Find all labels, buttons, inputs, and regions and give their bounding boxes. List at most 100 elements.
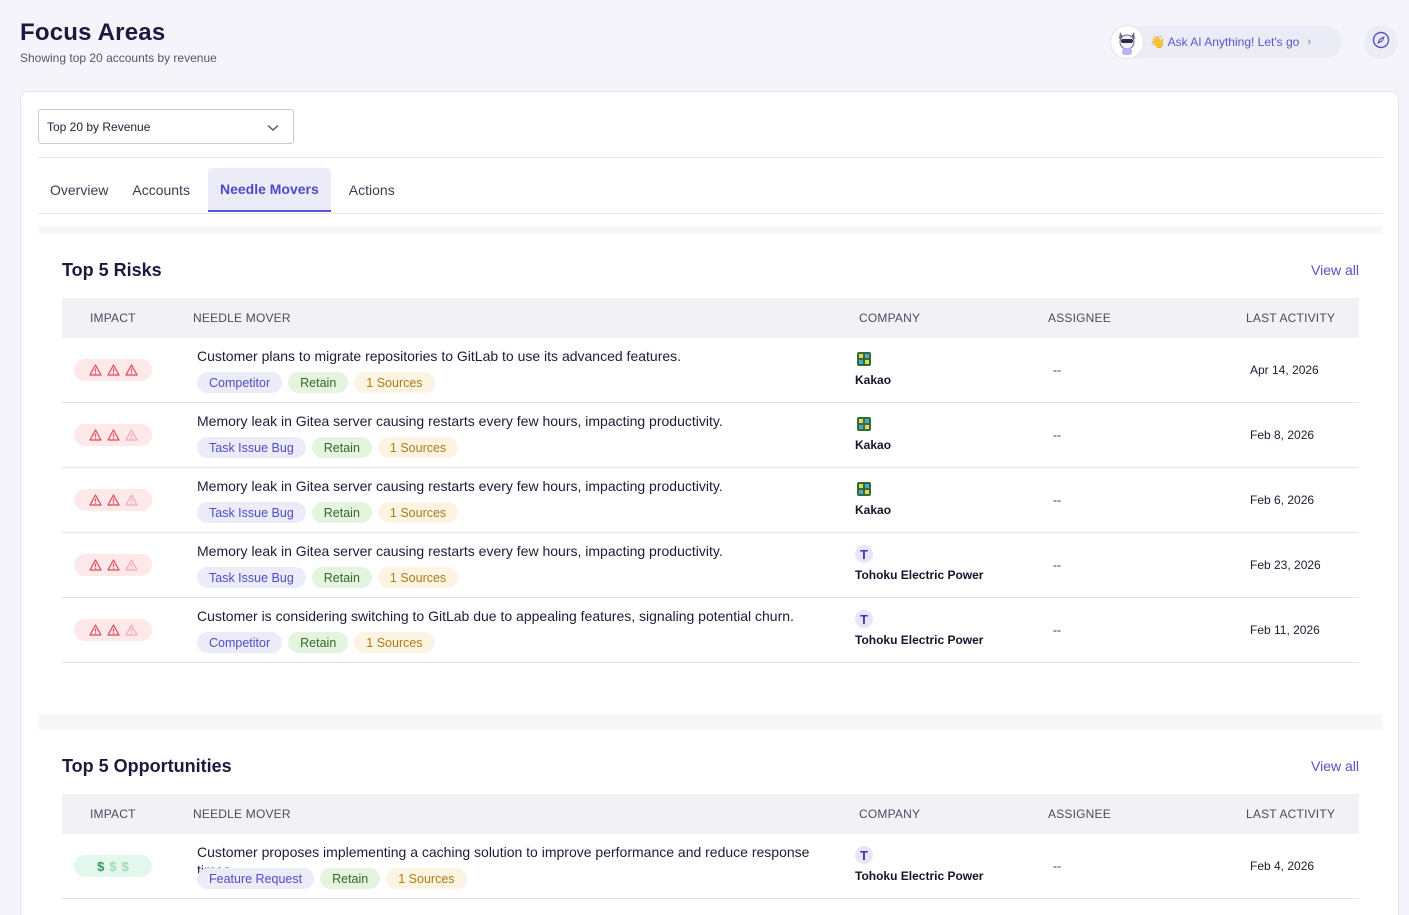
col-impact: IMPACT	[90, 311, 136, 325]
assignee: --	[1053, 493, 1061, 507]
retain-tag: Retain	[311, 567, 372, 588]
tab-accounts[interactable]: Accounts	[120, 168, 202, 212]
company-initial-icon: T	[855, 545, 873, 563]
assignee: --	[1053, 558, 1061, 572]
col-needle-mover: NEEDLE MOVER	[193, 807, 291, 821]
needle-mover-tags: Task Issue Bug Retain 1 Sources	[197, 567, 459, 588]
opportunities-section: Top 5 Opportunities View all IMPACT NEED…	[38, 730, 1383, 915]
warning-triangle-icon	[88, 429, 102, 441]
company-name[interactable]: Kakao	[855, 438, 891, 452]
needle-mover-title[interactable]: Memory leak in Gitea server causing rest…	[197, 477, 837, 495]
warning-triangle-icon	[124, 624, 138, 636]
type-tag: Task Issue Bug	[197, 502, 306, 523]
table-row[interactable]: Customer plans to migrate repositories t…	[62, 338, 1359, 403]
type-tag: Task Issue Bug	[197, 567, 306, 588]
col-impact: IMPACT	[90, 807, 136, 821]
company-name[interactable]: Kakao	[855, 503, 891, 517]
needle-mover-tags: Task Issue Bug Retain 1 Sources	[197, 437, 459, 458]
warning-triangle-icon	[106, 364, 120, 376]
divider	[38, 157, 1383, 158]
type-tag: Competitor	[197, 372, 283, 393]
risks-view-all-link[interactable]: View all	[1311, 262, 1359, 278]
warning-triangle-icon	[124, 364, 138, 376]
warning-triangle-icon	[124, 559, 138, 571]
company-initial-icon: T	[855, 610, 873, 628]
company-name[interactable]: Tohoku Electric Power	[855, 633, 983, 647]
type-tag: Competitor	[197, 632, 283, 653]
compass-icon	[1372, 31, 1390, 54]
kakao-logo-icon	[855, 415, 873, 433]
assignee: --	[1053, 363, 1061, 377]
table-row[interactable]: Memory leak in Gitea server causing rest…	[62, 533, 1359, 598]
dollar-icon: $	[97, 858, 105, 874]
ask-ai-label: 👋 Ask AI Anything! Let's go	[1150, 35, 1300, 49]
impact-indicator	[74, 424, 152, 446]
chevron-down-icon	[267, 121, 279, 135]
kakao-logo-icon	[855, 350, 873, 368]
last-activity-date: Apr 14, 2026	[1250, 363, 1319, 377]
ask-ai-button[interactable]: 👋 Ask AI Anything! Let's go ›	[1110, 25, 1342, 59]
tab-actions[interactable]: Actions	[337, 168, 407, 212]
col-last-activity: LAST ACTIVITY	[1246, 311, 1336, 325]
divider	[38, 213, 1383, 214]
chevron-right-icon: ›	[1307, 36, 1311, 48]
section-spacer	[38, 226, 1383, 234]
impact-indicator: $ $ $	[74, 855, 152, 877]
retain-tag: Retain	[311, 437, 372, 458]
company-name[interactable]: Tohoku Electric Power	[855, 568, 983, 582]
risks-section: Top 5 Risks View all IMPACT NEEDLE MOVER…	[38, 234, 1383, 714]
warning-triangle-icon	[124, 494, 138, 506]
impact-indicator	[74, 359, 152, 381]
impact-indicator	[74, 489, 152, 511]
needle-mover-tags: Task Issue Bug Retain 1 Sources	[197, 502, 459, 523]
needle-mover-title[interactable]: Customer is considering switching to Git…	[197, 607, 837, 625]
sources-tag[interactable]: 1 Sources	[377, 437, 459, 458]
retain-tag: Retain	[288, 632, 349, 653]
sources-tag[interactable]: 1 Sources	[377, 567, 459, 588]
needle-mover-tags: Competitor Retain 1 Sources	[197, 372, 435, 393]
dollar-icon: $	[121, 858, 129, 874]
focus-areas-card: Top 20 by Revenue Overview Accounts Need…	[20, 91, 1399, 915]
impact-indicator	[74, 619, 152, 641]
warning-triangle-icon	[106, 559, 120, 571]
section-spacer	[38, 714, 1383, 730]
warning-triangle-icon	[106, 429, 120, 441]
dollar-icon: $	[109, 858, 117, 874]
warning-triangle-icon	[88, 364, 102, 376]
col-company: COMPANY	[859, 311, 921, 325]
impact-indicator	[74, 554, 152, 576]
assignee: --	[1053, 623, 1061, 637]
table-row[interactable]: $ $ $ Customer proposes implementing a cach…	[62, 834, 1359, 899]
table-row[interactable]: Memory leak in Gitea server causing rest…	[62, 403, 1359, 468]
compass-button[interactable]	[1364, 25, 1398, 59]
col-last-activity: LAST ACTIVITY	[1246, 807, 1336, 821]
last-activity-date: Feb 6, 2026	[1250, 493, 1315, 507]
company-initial-icon: T	[855, 846, 873, 864]
sources-tag[interactable]: 1 Sources	[354, 632, 435, 653]
sources-tag[interactable]: 1 Sources	[377, 502, 459, 523]
needle-mover-title[interactable]: Customer plans to migrate repositories t…	[197, 347, 837, 365]
opportunities-view-all-link[interactable]: View all	[1311, 758, 1359, 774]
col-assignee: ASSIGNEE	[1048, 807, 1111, 821]
needle-mover-title[interactable]: Memory leak in Gitea server causing rest…	[197, 542, 837, 560]
sources-tag[interactable]: 1 Sources	[354, 372, 435, 393]
warning-triangle-icon	[88, 494, 102, 506]
needle-mover-tags: Feature Request Retain 1 Sources	[197, 868, 467, 889]
table-row[interactable]: Memory leak in Gitea server causing rest…	[62, 468, 1359, 533]
tab-overview[interactable]: Overview	[38, 168, 120, 212]
col-company: COMPANY	[859, 807, 921, 821]
tab-bar: Overview Accounts Needle Movers Actions	[38, 168, 407, 213]
warning-triangle-icon	[106, 624, 120, 636]
company-name[interactable]: Tohoku Electric Power	[855, 869, 983, 883]
sources-tag[interactable]: 1 Sources	[386, 868, 467, 889]
risks-table-header: IMPACT NEEDLE MOVER COMPANY ASSIGNEE LAS…	[62, 298, 1359, 338]
retain-tag: Retain	[288, 372, 349, 393]
needle-mover-title[interactable]: Memory leak in Gitea server causing rest…	[197, 412, 837, 430]
tab-needle-movers[interactable]: Needle Movers	[207, 168, 331, 212]
assignee: --	[1053, 859, 1061, 873]
table-row[interactable]: Customer is considering switching to Git…	[62, 598, 1359, 663]
accounts-filter-select[interactable]: Top 20 by Revenue	[38, 109, 294, 144]
warning-triangle-icon	[106, 494, 120, 506]
company-name[interactable]: Kakao	[855, 373, 891, 387]
warning-triangle-icon	[88, 559, 102, 571]
